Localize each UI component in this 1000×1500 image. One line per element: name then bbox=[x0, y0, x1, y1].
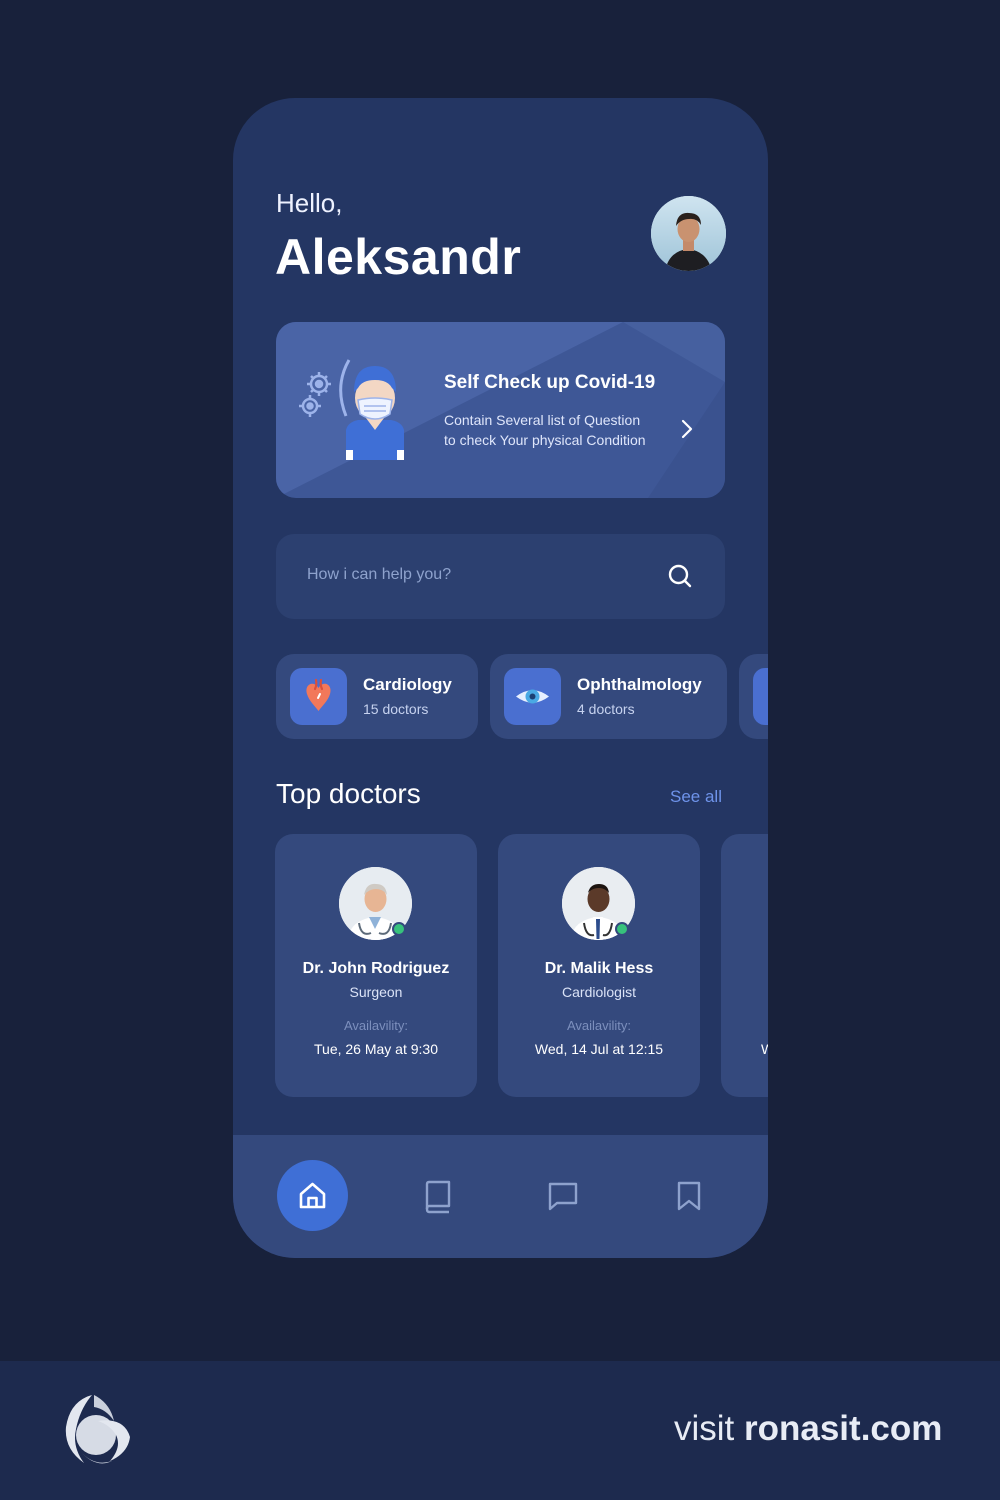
bookmark-icon bbox=[677, 1181, 701, 1211]
specialty-card-ophthalmology[interactable]: Ophthalmology 4 doctors bbox=[490, 654, 727, 739]
covid-card-title: Self Check up Covid-19 bbox=[444, 372, 656, 393]
availability-time-partial: W bbox=[761, 1041, 768, 1057]
doctor-name: Dr. John Rodriguez bbox=[302, 960, 450, 977]
online-status-indicator bbox=[615, 922, 629, 936]
nav-home-button[interactable] bbox=[277, 1160, 348, 1231]
user-avatar[interactable] bbox=[651, 196, 726, 271]
footer-bar: visit ronasit.com bbox=[0, 1361, 1000, 1500]
footer-prefix: visit bbox=[674, 1409, 744, 1448]
availability-time: Wed, 14 Jul at 12:15 bbox=[534, 1041, 664, 1057]
search-bar[interactable]: How i can help you? bbox=[276, 534, 725, 619]
specialty-doctor-count: 4 doctors bbox=[577, 701, 635, 717]
user-name: Aleksandr bbox=[275, 229, 522, 285]
availability-time: Tue, 26 May at 9:30 bbox=[314, 1041, 438, 1057]
eye-icon bbox=[504, 668, 561, 725]
doctor-card-malik-hess[interactable]: Dr. Malik Hess Cardiologist Availavility… bbox=[498, 834, 700, 1097]
nav-bookmark-button[interactable] bbox=[676, 1180, 702, 1217]
chevron-right-icon[interactable] bbox=[676, 418, 698, 440]
footer-visit-text[interactable]: visit ronasit.com bbox=[674, 1409, 942, 1449]
top-doctors-title: Top doctors bbox=[276, 778, 421, 809]
doctor-name: Dr. Malik Hess bbox=[544, 960, 654, 977]
heart-icon bbox=[290, 668, 347, 725]
masked-doctor-virus-illustration bbox=[299, 359, 404, 460]
nav-book-button[interactable] bbox=[422, 1180, 454, 1219]
home-icon bbox=[299, 1182, 326, 1209]
covid-card-description: Contain Several list of Question to chec… bbox=[444, 410, 674, 450]
covid-card-description-line-1: Contain Several list of Question bbox=[444, 412, 641, 428]
specialty-card-cardiology[interactable]: Cardiology 15 doctors bbox=[276, 654, 478, 739]
doctor-card-john-rodriguez[interactable]: Dr. John Rodriguez Surgeon Availavility:… bbox=[275, 834, 477, 1097]
greeting-text: Hello, bbox=[276, 188, 343, 218]
specialty-name: Ophthalmology bbox=[577, 675, 702, 694]
footer-domain-link[interactable]: ronasit.com bbox=[744, 1409, 942, 1448]
covid-card-description-line-2: to check Your physical Condition bbox=[444, 432, 646, 448]
online-status-indicator bbox=[392, 922, 406, 936]
availability-label: Availavility: bbox=[566, 1018, 632, 1033]
bottom-navigation bbox=[233, 1135, 768, 1258]
book-icon bbox=[425, 1180, 451, 1214]
ronas-it-logo-icon bbox=[65, 1395, 130, 1464]
nav-chat-button[interactable] bbox=[547, 1180, 579, 1217]
search-input[interactable]: How i can help you? bbox=[307, 566, 451, 584]
doctor-specialty: Cardiologist bbox=[562, 984, 636, 1000]
search-icon[interactable] bbox=[667, 563, 693, 589]
covid-self-check-card[interactable]: Self Check up Covid-19 Contain Several l… bbox=[276, 322, 725, 498]
specialty-card-partial[interactable] bbox=[739, 654, 768, 739]
phone-screen: Hello, Aleksandr Self Check up Covid-19 … bbox=[233, 98, 768, 1258]
doctor-specialty: Surgeon bbox=[349, 984, 403, 1000]
specialty-name: Cardiology bbox=[363, 675, 452, 694]
availability-label: Availavility: bbox=[343, 1018, 409, 1033]
chat-icon bbox=[548, 1182, 578, 1211]
doctor-card-partial[interactable]: W bbox=[721, 834, 768, 1097]
specialty-doctor-count: 15 doctors bbox=[363, 701, 429, 717]
see-all-link[interactable]: See all bbox=[670, 787, 722, 807]
specialty-partial-icon bbox=[753, 668, 768, 725]
